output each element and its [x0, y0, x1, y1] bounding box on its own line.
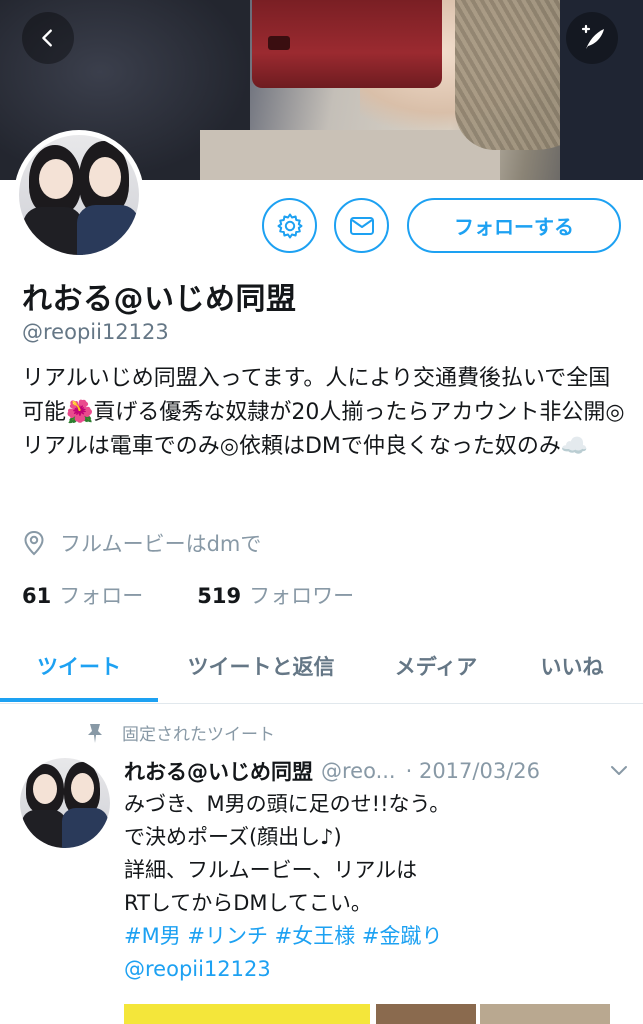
profile-tabs: ツイート ツイートと返信 メディア いいね: [0, 628, 643, 704]
settings-button[interactable]: [262, 198, 317, 253]
envelope-icon: [349, 216, 374, 235]
tweet-line: みづき、M男の頭に足のせ!!なう。: [124, 792, 451, 816]
tweet-text: みづき、M男の頭に足のせ!!なう。 で決めポーズ(顔出し♪) 詳細、フルムービー…: [124, 788, 624, 986]
gear-icon: [277, 213, 302, 238]
chevron-left-icon: [42, 29, 52, 47]
tweet-line: で決めポーズ(顔出し♪): [124, 825, 342, 849]
tweet-hashtags[interactable]: #M男 #リンチ #女王様 #金蹴り: [124, 920, 624, 953]
followers-stat[interactable]: 519 フォロワー: [197, 580, 354, 610]
tweet-mention[interactable]: @reopii12123: [124, 953, 624, 986]
tweet-media-1[interactable]: [124, 1004, 370, 1024]
tab-tweets[interactable]: ツイート: [0, 628, 158, 704]
back-button[interactable]: [22, 12, 74, 64]
location-text: フルムービーはdmで: [60, 532, 262, 556]
compose-tweet-icon: [581, 24, 604, 49]
follow-button[interactable]: フォローする: [407, 198, 621, 253]
message-button[interactable]: [334, 198, 389, 253]
location-pin-icon: [24, 530, 44, 556]
pinned-label-text: 固定されたツイート: [122, 725, 275, 745]
followers-count: 519: [197, 584, 242, 608]
following-label: フォロー: [59, 584, 144, 608]
pin-icon: [88, 723, 102, 743]
following-stat[interactable]: 61 フォロー: [22, 580, 143, 610]
profile-location: フルムービーはdmで: [22, 528, 261, 558]
profile-name: れおる@いじめ同盟: [22, 282, 297, 317]
tab-likes[interactable]: いいね: [508, 628, 636, 704]
profile-avatar[interactable]: [14, 130, 144, 260]
tab-media[interactable]: メディア: [364, 628, 508, 704]
tweet-avatar[interactable]: [20, 758, 110, 848]
following-count: 61: [22, 584, 52, 608]
compose-tweet-button[interactable]: [566, 12, 618, 64]
profile-handle: @reopii12123: [22, 320, 169, 344]
banner-photo-phone: [252, 0, 442, 88]
chevron-down-icon[interactable]: [609, 764, 629, 778]
tweet-author-name[interactable]: れおる@いじめ同盟: [124, 756, 313, 786]
tweet-date[interactable]: · 2017/03/26: [406, 759, 540, 783]
tweet-line: RTしてからDMしてこい。: [124, 891, 372, 915]
tweet-media-3[interactable]: [480, 1004, 610, 1024]
profile-bio: リアルいじめ同盟入ってます。人により交通費後払いで全国可能🌺貢げる優秀な奴隷が2…: [22, 366, 625, 459]
followers-label: フォロワー: [249, 584, 355, 608]
tweet-author-handle[interactable]: @reo...: [321, 759, 396, 783]
pinned-tweet-label: 固定されたツイート: [86, 720, 275, 745]
tab-tweets-and-replies[interactable]: ツイートと返信: [158, 628, 364, 704]
tweet-line: 詳細、フルムービー、リアルは: [124, 858, 418, 882]
profile-stats: 61 フォロー 519 フォロワー: [22, 580, 408, 610]
active-tab-indicator: [0, 698, 158, 702]
tweet-media-2[interactable]: [376, 1004, 476, 1024]
tweet-header: れおる@いじめ同盟 @reo... · 2017/03/26: [124, 756, 629, 786]
banner-photo-floor: [200, 130, 500, 180]
